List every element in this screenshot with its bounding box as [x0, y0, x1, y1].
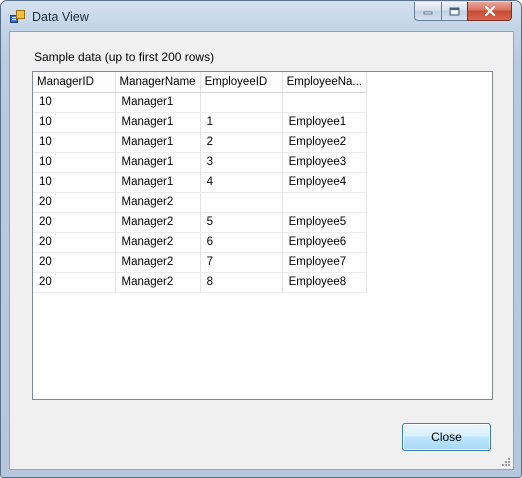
close-x-icon — [484, 6, 495, 16]
cell-employeename[interactable]: Employee5 — [282, 212, 368, 233]
cell-managername[interactable]: Manager1 — [115, 132, 201, 153]
grid-header-row: ManagerID ManagerName EmployeeID Employe… — [33, 72, 368, 93]
data-grid[interactable]: ManagerID ManagerName EmployeeID Employe… — [32, 71, 493, 400]
resize-grip-icon[interactable] — [500, 456, 511, 467]
table-row[interactable]: 10 Manager1 — [33, 92, 368, 113]
cell-managerid[interactable]: 10 — [33, 172, 116, 193]
column-header-employeename[interactable]: EmployeeNa... — [282, 72, 368, 93]
cell-employeeid[interactable]: 4 — [200, 172, 283, 193]
column-header-managerid[interactable]: ManagerID — [33, 72, 116, 93]
cell-managerid[interactable]: 10 — [33, 112, 116, 133]
data-grid-table: ManagerID ManagerName EmployeeID Employe… — [33, 72, 368, 293]
caption-buttons — [414, 2, 512, 21]
cell-employeename[interactable]: Employee1 — [282, 112, 368, 133]
cell-employeeid[interactable]: 8 — [200, 272, 283, 293]
cell-managername[interactable]: Manager1 — [115, 172, 201, 193]
minimize-icon — [423, 11, 433, 15]
sample-data-caption: Sample data (up to first 200 rows) — [34, 50, 215, 64]
cell-managerid[interactable]: 20 — [33, 192, 116, 213]
cell-employeename[interactable]: Employee4 — [282, 172, 368, 193]
cell-managername[interactable]: Manager2 — [115, 212, 201, 233]
table-row[interactable]: 20 Manager2 7 Employee7 — [33, 252, 368, 273]
cell-employeename[interactable]: Employee6 — [282, 232, 368, 253]
cell-managerid[interactable]: 10 — [33, 132, 116, 153]
cell-managerid[interactable]: 10 — [33, 92, 116, 113]
window-title: Data View — [32, 10, 89, 24]
table-row[interactable]: 20 Manager2 5 Employee5 — [33, 212, 368, 233]
minimize-button[interactable] — [414, 2, 441, 21]
dialog-client-area: Sample data (up to first 200 rows) Manag… — [9, 31, 514, 470]
cell-employeeid[interactable]: 5 — [200, 212, 283, 233]
maximize-icon — [449, 7, 460, 15]
table-row[interactable]: 10 Manager1 1 Employee1 — [33, 112, 368, 133]
cell-employeename[interactable]: Employee8 — [282, 272, 368, 293]
column-header-managername[interactable]: ManagerName — [115, 72, 201, 93]
cell-employeename[interactable]: Employee2 — [282, 132, 368, 153]
cell-employeeid[interactable]: 3 — [200, 152, 283, 173]
cell-managername[interactable]: Manager1 — [115, 112, 201, 133]
close-button[interactable]: Close — [402, 423, 491, 451]
cell-employeename[interactable]: Employee3 — [282, 152, 368, 173]
column-header-employeeid[interactable]: EmployeeID — [200, 72, 283, 93]
cell-managerid[interactable]: 20 — [33, 212, 116, 233]
cell-employeename[interactable] — [282, 92, 368, 113]
cell-managername[interactable]: Manager1 — [115, 152, 201, 173]
cell-managername[interactable]: Manager2 — [115, 272, 201, 293]
cell-employeeid[interactable]: 6 — [200, 232, 283, 253]
table-row[interactable]: 10 Manager1 3 Employee3 — [33, 152, 368, 173]
maximize-button[interactable] — [441, 2, 467, 21]
cell-managerid[interactable]: 10 — [33, 152, 116, 173]
cell-managerid[interactable]: 20 — [33, 252, 116, 273]
cell-employeeid[interactable] — [200, 192, 283, 213]
cell-employeeid[interactable]: 1 — [200, 112, 283, 133]
cell-employeename[interactable] — [282, 192, 368, 213]
cell-managername[interactable]: Manager2 — [115, 232, 201, 253]
close-window-button[interactable] — [467, 2, 512, 21]
table-row[interactable]: 20 Manager2 — [33, 192, 368, 213]
table-row[interactable]: 20 Manager2 8 Employee8 — [33, 272, 368, 293]
title-bar[interactable]: Data View — [1, 1, 521, 31]
cell-employeeid[interactable] — [200, 92, 283, 113]
cell-employeeid[interactable]: 2 — [200, 132, 283, 153]
cell-employeeid[interactable]: 7 — [200, 252, 283, 273]
cell-managername[interactable]: Manager1 — [115, 92, 201, 113]
data-view-app-icon — [10, 10, 25, 23]
cell-managername[interactable]: Manager2 — [115, 192, 201, 213]
table-row[interactable]: 10 Manager1 4 Employee4 — [33, 172, 368, 193]
cell-managername[interactable]: Manager2 — [115, 252, 201, 273]
cell-employeename[interactable]: Employee7 — [282, 252, 368, 273]
table-row[interactable]: 20 Manager2 6 Employee6 — [33, 232, 368, 253]
table-row[interactable]: 10 Manager1 2 Employee2 — [33, 132, 368, 153]
cell-managerid[interactable]: 20 — [33, 272, 116, 293]
cell-managerid[interactable]: 20 — [33, 232, 116, 253]
data-view-window: Data View Sample data (up to first 200 r… — [0, 0, 522, 478]
